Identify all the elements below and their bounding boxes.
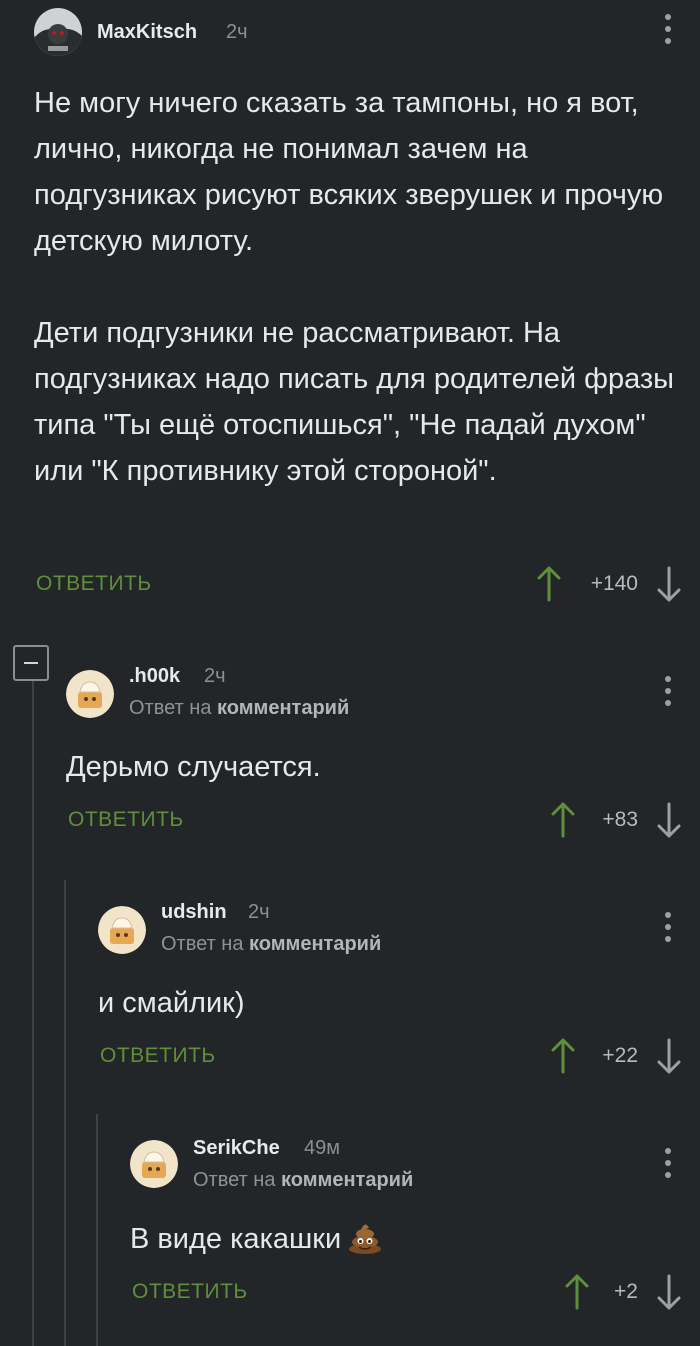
more-options-icon[interactable] xyxy=(662,674,674,708)
avatar[interactable] xyxy=(34,8,82,56)
thread-line-level-3 xyxy=(96,1114,98,1346)
comment-score: +2 xyxy=(614,1280,638,1303)
username[interactable]: .h00k xyxy=(129,664,180,688)
comment-score: +83 xyxy=(602,808,638,831)
avatar[interactable] xyxy=(130,1140,178,1188)
comment-text: Не могу ничего сказать за тампоны, но я … xyxy=(34,87,675,487)
downvote-icon[interactable] xyxy=(656,1274,682,1310)
reply-to-label: Ответ на комментарий xyxy=(193,1168,413,1192)
comment-text: Дерьмо случается. xyxy=(66,751,321,783)
comment-text: и смайлик) xyxy=(98,987,245,1019)
upvote-icon[interactable] xyxy=(564,1274,590,1310)
more-options-icon[interactable] xyxy=(662,910,674,944)
username[interactable]: SerikChe xyxy=(193,1136,280,1160)
username[interactable]: MaxKitsch xyxy=(97,20,197,44)
comment-score: +140 xyxy=(590,572,638,595)
more-options-icon[interactable] xyxy=(662,12,674,46)
reply-button[interactable]: ОТВЕТИТЬ xyxy=(100,1044,216,1068)
upvote-icon[interactable] xyxy=(536,566,562,602)
reply-button[interactable]: ОТВЕТИТЬ xyxy=(68,808,184,832)
comment-text: В виде какашки xyxy=(130,1223,342,1255)
reply-to-prefix: Ответ на xyxy=(161,933,244,955)
comment-time: 49м xyxy=(304,1137,340,1159)
downvote-icon[interactable] xyxy=(656,566,682,602)
avatar[interactable] xyxy=(98,906,146,954)
reply-button[interactable]: ОТВЕТИТЬ xyxy=(36,572,152,596)
reply-to-prefix: Ответ на xyxy=(129,697,212,719)
comment-time: 2ч xyxy=(226,21,248,43)
more-options-icon[interactable] xyxy=(662,1146,674,1180)
reply-button[interactable]: ОТВЕТИТЬ xyxy=(132,1280,248,1304)
reply-to-label: Ответ на комментарий xyxy=(129,696,349,720)
downvote-icon[interactable] xyxy=(656,1038,682,1074)
reply-to-link[interactable]: комментарий xyxy=(217,697,349,719)
avatar[interactable] xyxy=(66,670,114,718)
comment-text-container: В виде какашки xyxy=(130,1216,383,1262)
reply-to-prefix: Ответ на xyxy=(193,1169,276,1191)
collapse-thread-button[interactable] xyxy=(13,645,49,681)
reply-to-link[interactable]: комментарий xyxy=(249,933,381,955)
thread-line-level-1 xyxy=(32,676,34,1346)
comment-score: +22 xyxy=(602,1044,638,1067)
thread-line-level-2 xyxy=(64,880,66,1346)
username[interactable]: udshin xyxy=(161,900,227,924)
comment-time: 2ч xyxy=(204,665,226,687)
upvote-icon[interactable] xyxy=(550,802,576,838)
reply-to-link[interactable]: комментарий xyxy=(281,1169,413,1191)
upvote-icon[interactable] xyxy=(550,1038,576,1074)
pile-of-poo-icon xyxy=(349,1224,382,1254)
reply-to-label: Ответ на комментарий xyxy=(161,932,381,956)
comment-time: 2ч xyxy=(248,901,270,923)
downvote-icon[interactable] xyxy=(656,802,682,838)
